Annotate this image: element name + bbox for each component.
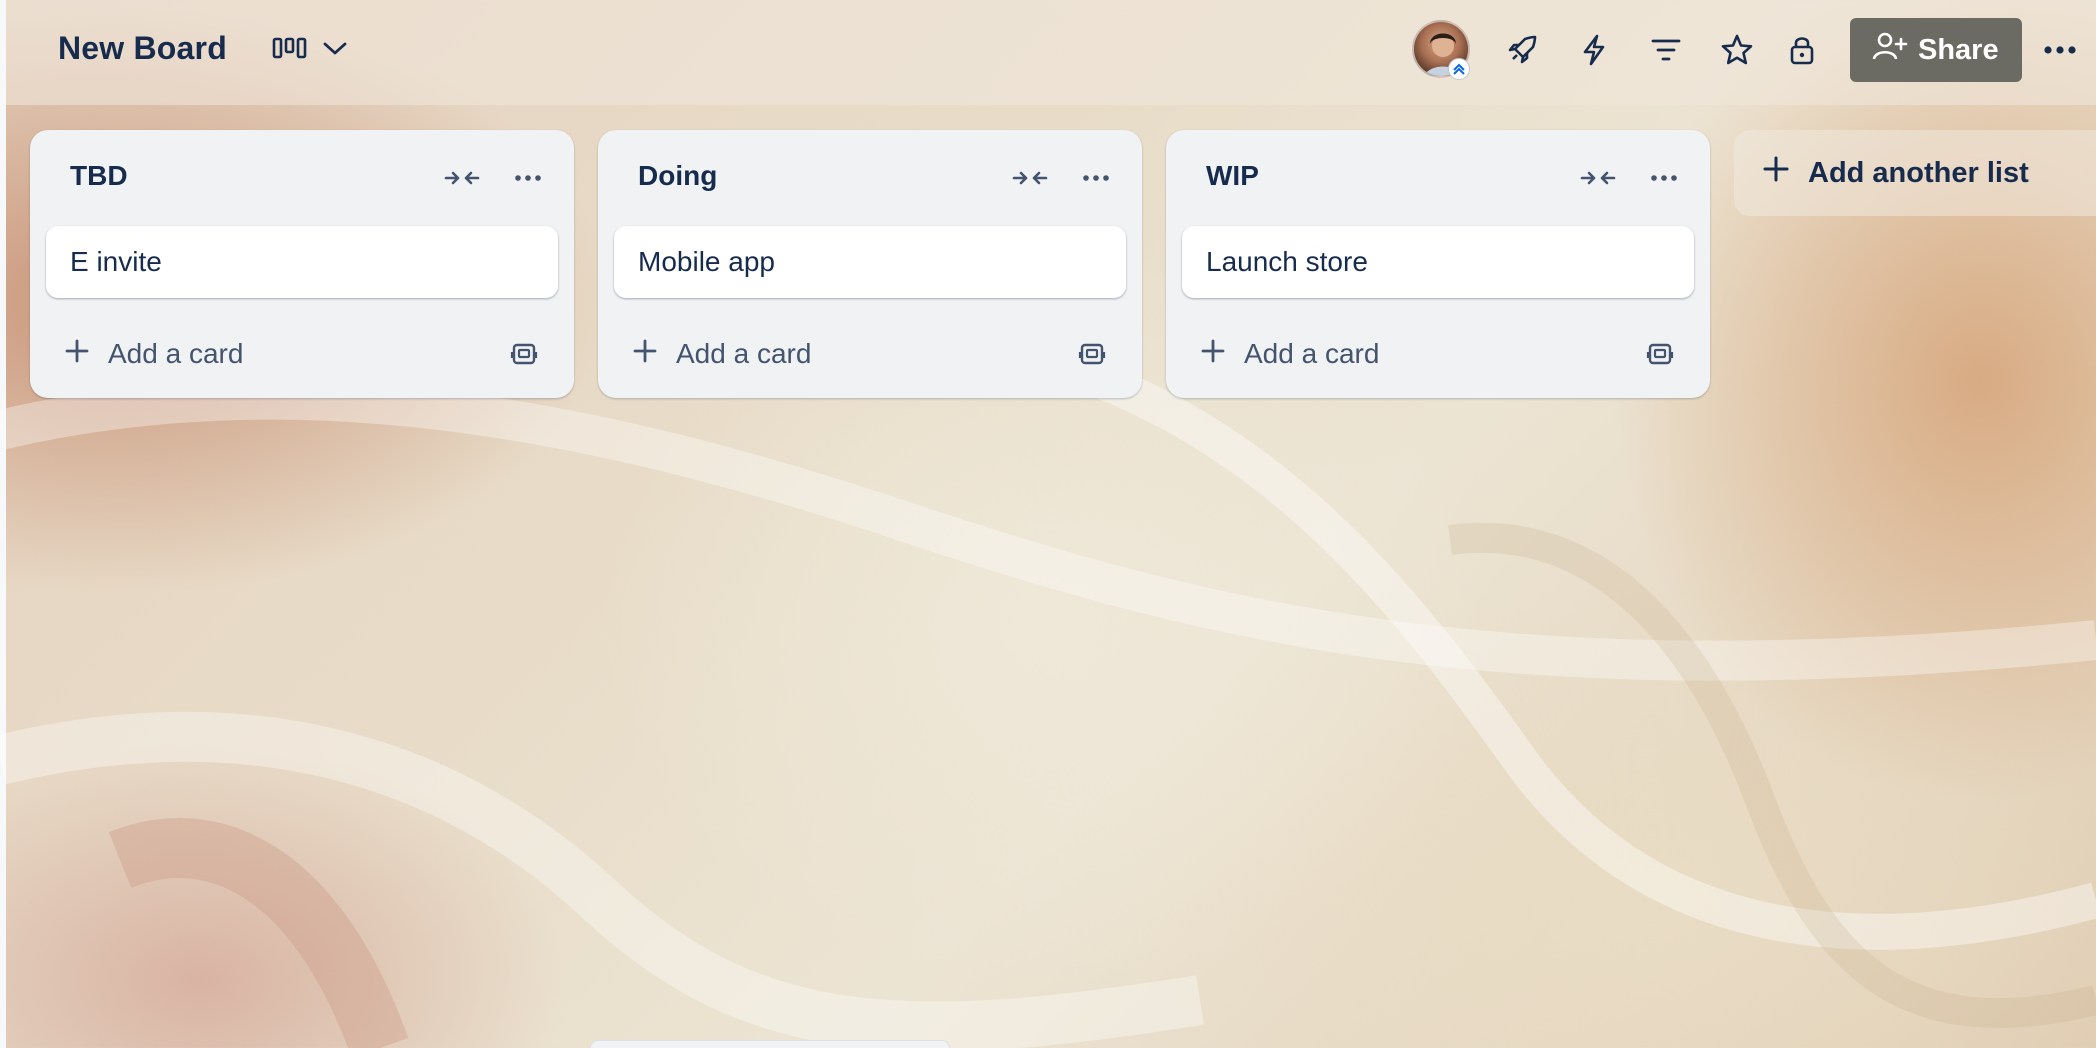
add-card-label: Add a card [108,338,244,369]
add-card-label: Add a card [676,338,812,369]
add-person-icon [1872,30,1908,70]
list-more-icon[interactable] [1642,156,1686,200]
add-card-label: Add a card [1244,338,1380,369]
board-title[interactable]: New Board [58,30,227,67]
rocket-icon[interactable] [1498,26,1546,74]
add-another-list-button[interactable]: Add another list [1734,130,2096,216]
add-card-button[interactable]: Add a card [42,326,462,382]
view-switcher[interactable] [264,28,360,72]
list-card[interactable]: Launch store [1182,226,1694,298]
board-columns-icon [272,36,308,65]
list-title[interactable]: WIP [1206,160,1259,192]
add-list-label: Add another list [1808,156,2029,189]
add-card-button[interactable]: Add a card [610,326,1030,382]
chevron-down-icon [322,39,348,62]
star-icon[interactable] [1713,26,1761,74]
list-title[interactable]: TBD [70,160,128,192]
add-card-button[interactable]: Add a card [1178,326,1598,382]
plus-icon [1200,338,1226,371]
plus-icon [64,338,90,371]
list-tbd: TBD E invite Add a card [30,130,574,398]
plus-icon [1762,155,1790,191]
collapse-list-icon[interactable] [1576,156,1620,200]
card-template-icon[interactable] [1068,330,1116,378]
bottom-toolbar[interactable] [590,1040,950,1048]
list-title[interactable]: Doing [638,160,717,192]
card-template-icon[interactable] [500,330,548,378]
list-doing: Doing Mobile app Add a card [598,130,1142,398]
window-edge [0,0,6,1048]
list-more-icon[interactable] [1074,156,1118,200]
list-card[interactable]: Mobile app [614,226,1126,298]
card-template-icon[interactable] [1636,330,1684,378]
board-header: New Board Share [6,0,2096,105]
share-button[interactable]: Share [1850,18,2022,82]
collapse-list-icon[interactable] [440,156,484,200]
share-label: Share [1918,33,1999,66]
list-card[interactable]: E invite [46,226,558,298]
lock-icon[interactable] [1778,26,1826,74]
filter-icon[interactable] [1642,26,1690,74]
admin-badge-icon [1448,58,1470,80]
plus-icon [632,338,658,371]
more-icon[interactable] [2036,26,2084,74]
list-more-icon[interactable] [506,156,550,200]
list-wip: WIP Launch store Add a card [1166,130,1710,398]
lightning-icon[interactable] [1570,26,1618,74]
collapse-list-icon[interactable] [1008,156,1052,200]
